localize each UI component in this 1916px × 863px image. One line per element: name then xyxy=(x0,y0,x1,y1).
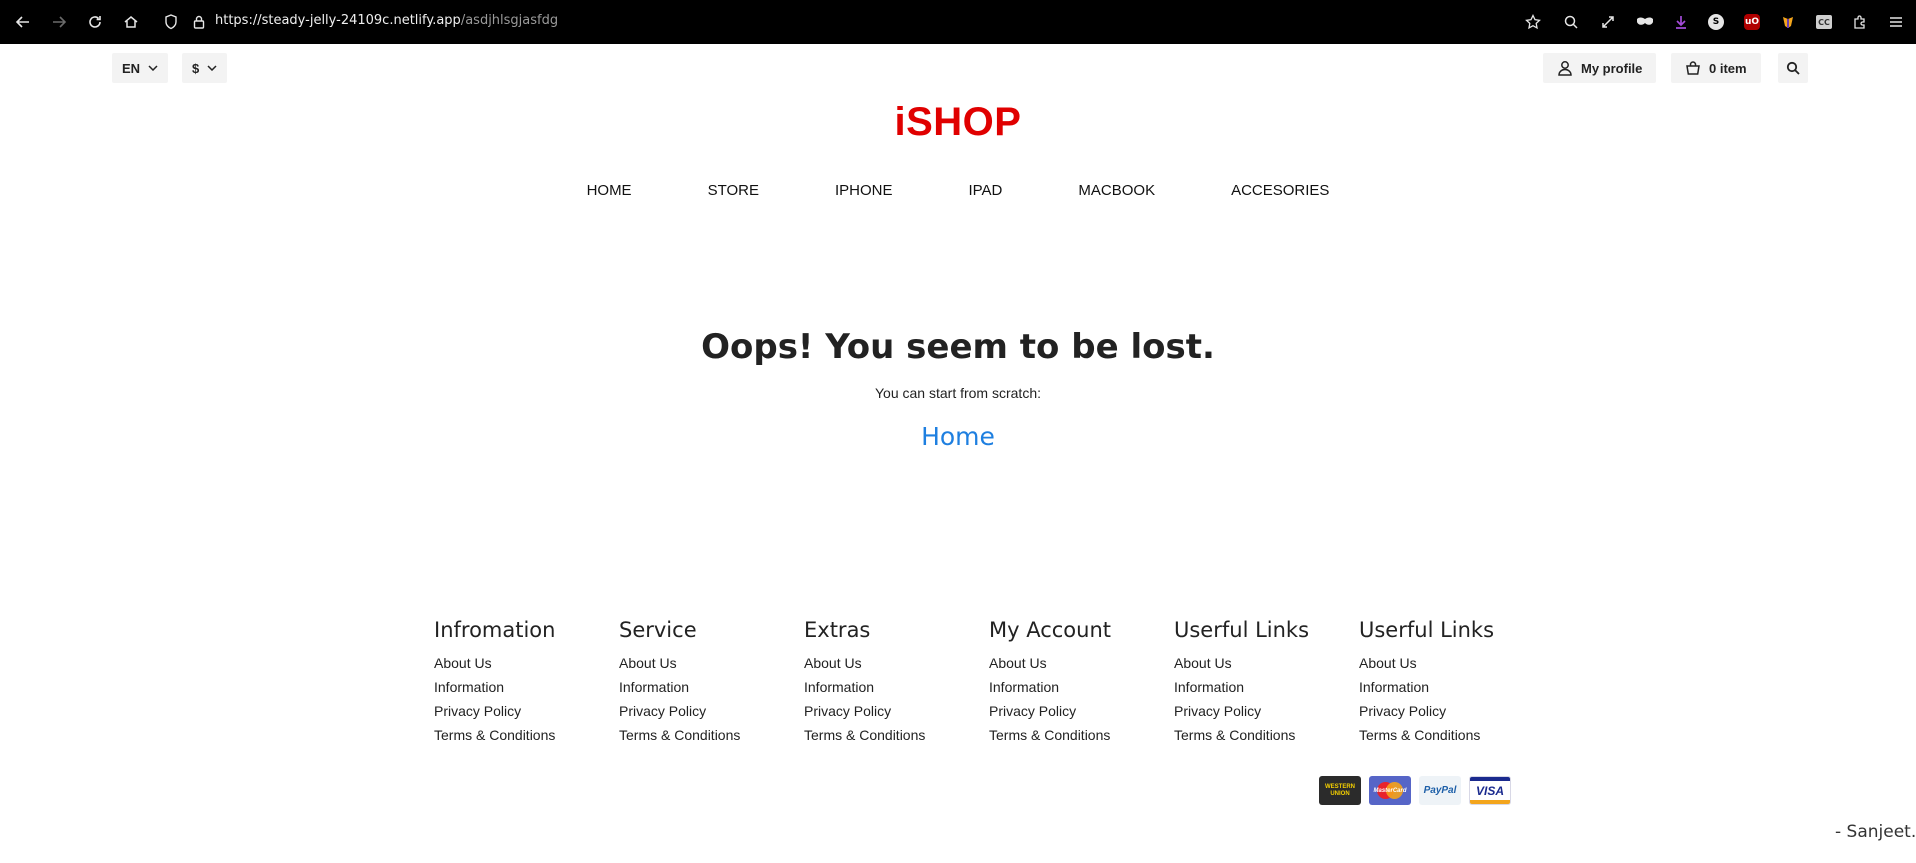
zoom-icon[interactable] xyxy=(1561,12,1581,32)
footer-link-privacy-policy[interactable]: Privacy Policy xyxy=(989,703,1164,727)
western-union-icon: WESTERN UNION xyxy=(1319,776,1361,805)
cc-extension-icon[interactable]: CC xyxy=(1814,12,1834,32)
download-icon[interactable] xyxy=(1671,12,1691,32)
site-logo[interactable]: iSHOP xyxy=(0,100,1916,145)
url-host: https://steady-jelly-24109c.netlify.app xyxy=(215,13,461,28)
footer-column-title: Userful Links xyxy=(1359,618,1495,642)
footer-link-terms[interactable]: Terms & Conditions xyxy=(434,727,609,751)
home-link[interactable]: Home xyxy=(0,422,1916,451)
author-credit: - Sanjeet.. xyxy=(1835,822,1916,842)
lock-icon[interactable] xyxy=(188,11,210,33)
footer-link-privacy-policy[interactable]: Privacy Policy xyxy=(619,703,794,727)
ublock-icon[interactable]: uO xyxy=(1742,12,1762,32)
bookmark-star-icon[interactable] xyxy=(1523,12,1543,32)
cart-button[interactable]: 0 item xyxy=(1671,53,1761,83)
visa-icon: VISA xyxy=(1469,776,1511,805)
extensions-puzzle-icon[interactable] xyxy=(1850,12,1870,32)
footer-link-information[interactable]: Information xyxy=(619,679,794,703)
extension-s-icon[interactable]: S xyxy=(1706,12,1726,32)
western-union-line1: WESTERN xyxy=(1325,783,1355,790)
address-bar[interactable]: https://steady-jelly-24109c.netlify.app/… xyxy=(215,13,558,28)
footer-link-terms[interactable]: Terms & Conditions xyxy=(1359,727,1534,751)
footer-column-service: Service About Us Information Privacy Pol… xyxy=(619,618,794,751)
main-navigation: HOME STORE IPHONE IPAD MACBOOK ACCESORIE… xyxy=(0,182,1916,199)
search-button[interactable] xyxy=(1778,53,1808,83)
reload-icon[interactable] xyxy=(84,11,106,33)
footer-link-about-us[interactable]: About Us xyxy=(1359,655,1534,679)
footer-column-title: Infromation xyxy=(434,618,556,642)
footer-column-extras: Extras About Us Information Privacy Poli… xyxy=(804,618,979,751)
footer-link-information[interactable]: Information xyxy=(434,679,609,703)
footer-column-useful-links: Userful Links About Us Information Priva… xyxy=(1174,618,1349,751)
footer-link-information[interactable]: Information xyxy=(1359,679,1534,703)
footer-link-information[interactable]: Information xyxy=(1174,679,1349,703)
currency-selector[interactable]: $ xyxy=(182,53,228,83)
expand-icon[interactable] xyxy=(1598,12,1618,32)
footer-column-title: My Account xyxy=(989,618,1112,642)
my-profile-label: My profile xyxy=(1581,60,1643,76)
footer-column-title: Extras xyxy=(804,618,871,642)
footer-column-title: Service xyxy=(619,618,697,642)
footer-link-terms[interactable]: Terms & Conditions xyxy=(804,727,979,751)
nav-ipad[interactable]: IPAD xyxy=(968,182,1002,199)
user-icon xyxy=(1557,60,1573,76)
visa-label: VISA xyxy=(1475,783,1504,798)
not-found-subtitle: You can start from scratch: xyxy=(875,385,1041,401)
nav-iphone[interactable]: IPHONE xyxy=(835,182,893,199)
footer-link-information[interactable]: Information xyxy=(989,679,1164,703)
nav-home[interactable]: HOME xyxy=(587,182,632,199)
search-icon xyxy=(1786,61,1800,75)
my-profile-button[interactable]: My profile xyxy=(1543,53,1657,83)
footer-column-title: Userful Links xyxy=(1174,618,1310,642)
footer-column-information: Infromation About Us Information Privacy… xyxy=(434,618,609,751)
not-found-title: Oops! You seem to be lost. xyxy=(701,327,1215,367)
home-icon[interactable] xyxy=(120,11,142,33)
fox-extension-icon[interactable] xyxy=(1778,12,1798,32)
nav-store[interactable]: STORE xyxy=(708,182,759,199)
footer-link-privacy-policy[interactable]: Privacy Policy xyxy=(434,703,609,727)
mastercard-icon: MasterCard xyxy=(1369,776,1411,805)
payment-methods: WESTERN UNION MasterCard PayPal VISA xyxy=(1319,776,1511,805)
footer-column-my-account: My Account About Us Information Privacy … xyxy=(989,618,1164,751)
footer-link-privacy-policy[interactable]: Privacy Policy xyxy=(1174,703,1349,727)
paypal-icon: PayPal xyxy=(1419,776,1461,805)
basket-icon xyxy=(1685,60,1701,76)
forward-icon[interactable] xyxy=(48,11,70,33)
footer-link-privacy-policy[interactable]: Privacy Policy xyxy=(1359,703,1534,727)
footer-link-terms[interactable]: Terms & Conditions xyxy=(1174,727,1349,751)
footer-link-about-us[interactable]: About Us xyxy=(1174,655,1349,679)
mastercard-label: MasterCard xyxy=(1373,787,1407,794)
chevron-down-icon xyxy=(207,65,217,71)
back-icon[interactable] xyxy=(12,11,34,33)
mask-icon[interactable] xyxy=(1635,12,1655,32)
footer-link-information[interactable]: Information xyxy=(804,679,979,703)
western-union-line2: UNION xyxy=(1330,790,1350,797)
footer-link-about-us[interactable]: About Us xyxy=(804,655,979,679)
currency-value: $ xyxy=(192,60,200,76)
footer-link-about-us[interactable]: About Us xyxy=(619,655,794,679)
footer-column-useful-links-2: Userful Links About Us Information Priva… xyxy=(1359,618,1534,751)
shield-icon[interactable] xyxy=(160,11,182,33)
cart-count: 0 item xyxy=(1709,60,1747,76)
browser-toolbar: https://steady-jelly-24109c.netlify.app/… xyxy=(0,0,1916,44)
footer-link-terms[interactable]: Terms & Conditions xyxy=(619,727,794,751)
footer-link-about-us[interactable]: About Us xyxy=(989,655,1164,679)
footer-link-privacy-policy[interactable]: Privacy Policy xyxy=(804,703,979,727)
language-selector[interactable]: EN xyxy=(112,53,169,83)
language-value: EN xyxy=(122,60,141,76)
menu-icon[interactable] xyxy=(1886,12,1906,32)
footer-link-about-us[interactable]: About Us xyxy=(434,655,609,679)
url-path: /asdjhlsgjasfdg xyxy=(460,13,559,28)
paypal-label: PayPal xyxy=(1423,785,1457,796)
chevron-down-icon xyxy=(148,65,158,71)
footer-link-terms[interactable]: Terms & Conditions xyxy=(989,727,1164,751)
nav-accesories[interactable]: ACCESORIES xyxy=(1231,182,1329,199)
nav-macbook[interactable]: MACBOOK xyxy=(1078,182,1155,199)
